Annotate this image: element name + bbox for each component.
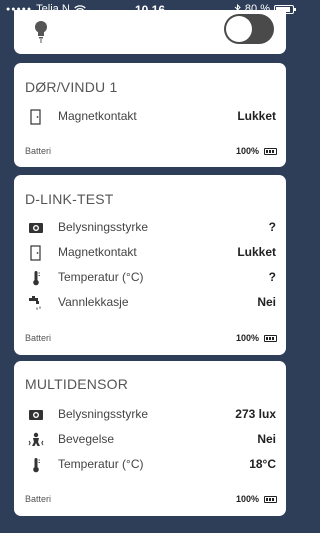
battery-label: Batteri [25,146,52,156]
sensor-value: Nei [257,432,276,446]
sensor-label: Vannlekkasje [58,295,129,309]
sensor-card-multidensor[interactable]: MULTIDENSOR Belysningsstyrke 273 lux Bev… [14,361,286,516]
sensor-label: Belysningsstyrke [58,407,149,421]
sensor-label: Magnetkontakt [58,245,137,259]
sensor-label: Magnetkontakt [58,109,137,123]
card-title: MULTIDENSOR [25,376,129,392]
battery-level-icon [264,496,277,503]
sensor-value: Lukket [237,109,276,123]
battery-value: 100% [235,333,259,343]
motion-icon [28,432,44,446]
sensor-row: Vannlekkasje Nei [28,292,276,314]
battery-row: Batteri 100% [25,333,277,347]
door-icon [30,109,41,125]
card-title: DØR/VINDU 1 [25,79,118,95]
light-sensor-icon [29,223,43,233]
sensor-value: ? [268,220,276,234]
battery-value: 100% [235,494,259,504]
sensor-value: Lukket [237,245,276,259]
sensor-row: Belysningsstyrke ? [28,217,276,239]
sensor-card-door-window[interactable]: DØR/VINDU 1 Magnetkontakt Lukket Batteri… [14,63,286,167]
sensor-row: Temperatur (°C) 18°C [28,454,276,476]
battery-label: Batteri [25,494,52,504]
sensor-value: 273 lux [235,407,276,421]
light-sensor-icon [29,410,43,420]
sensor-label: Temperatur (°C) [58,457,144,471]
sensor-value: ? [268,270,276,284]
sensor-row: Magnetkontakt Lukket [28,106,276,128]
toggle-knob[interactable] [226,16,252,42]
sensor-value: Nei [257,295,276,309]
card-title: D-LINK-TEST [25,191,114,207]
sensor-row: Belysningsstyrke 273 lux [28,404,276,426]
sensor-row: Magnetkontakt Lukket [28,242,276,264]
sensor-value: 18°C [249,457,276,471]
battery-level-icon [264,148,277,155]
battery-row: Batteri 100% [25,494,277,508]
battery-level-icon [264,335,277,342]
sensor-row: Temperatur (°C) ? [28,267,276,289]
light-toggle[interactable] [224,14,274,44]
sensor-label: Belysningsstyrke [58,220,149,234]
battery-value: 100% [235,146,259,156]
light-switch-card [14,10,286,54]
battery-label: Batteri [25,333,52,343]
thermometer-icon [33,271,40,286]
door-icon [30,245,41,261]
sensor-card-dlink-test[interactable]: D-LINK-TEST Belysningsstyrke ? Magnetkon… [14,175,286,355]
sensor-label: Bevegelse [58,432,115,446]
sensor-row: Bevegelse Nei [28,429,276,451]
water-leak-icon [29,296,41,310]
thermometer-icon [33,458,40,473]
battery-row: Batteri 100% [25,146,277,160]
lightbulb-icon [35,21,47,43]
sensor-label: Temperatur (°C) [58,270,144,284]
